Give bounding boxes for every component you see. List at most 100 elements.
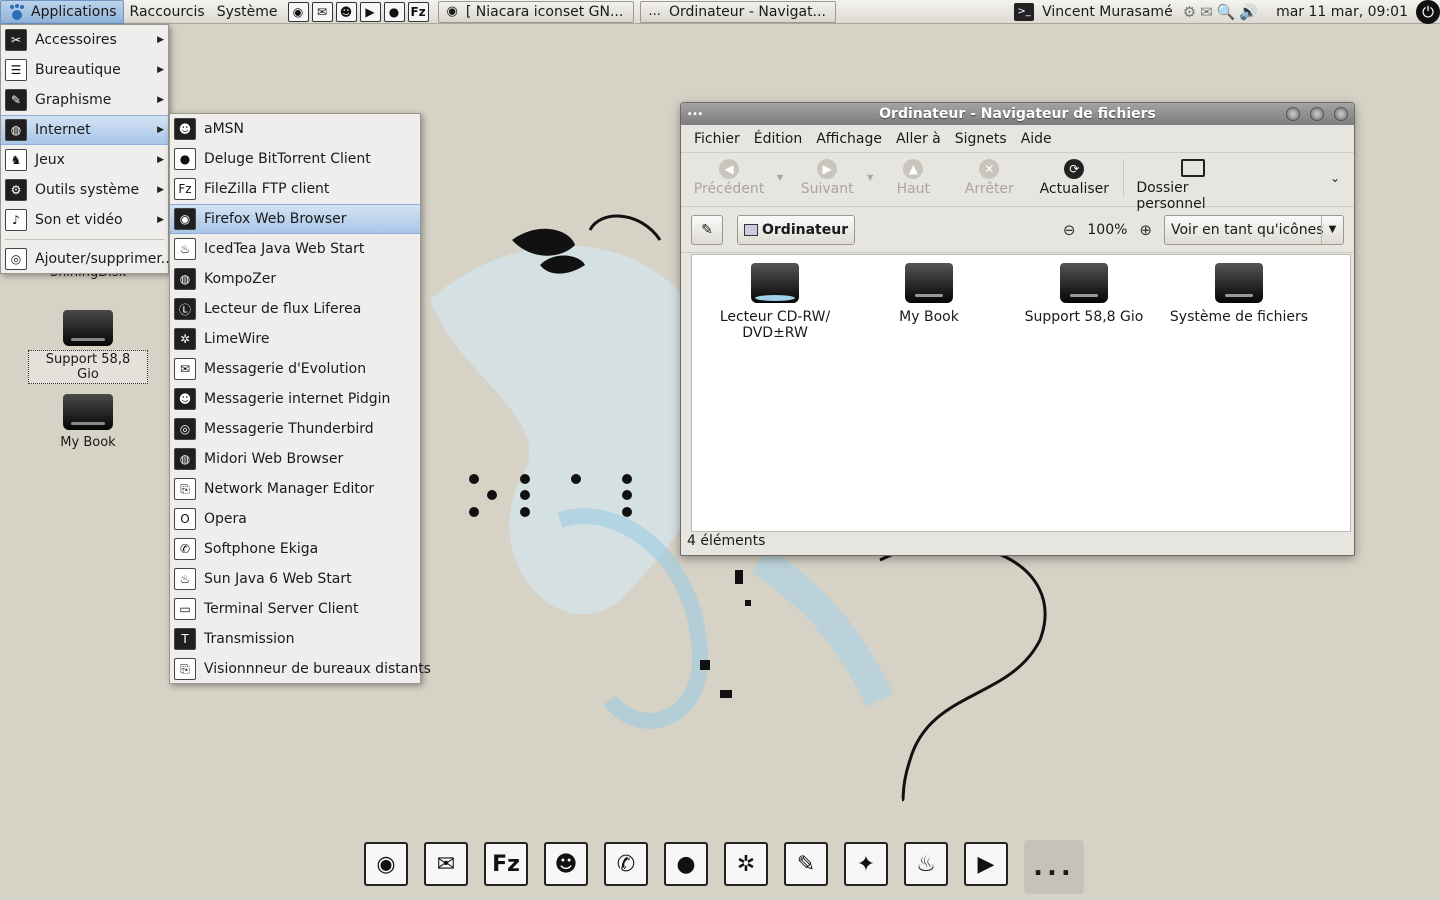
menu-item-graphisme[interactable]: ✎ Graphisme ▶ bbox=[1, 85, 168, 115]
system-menu-button[interactable]: Système bbox=[211, 0, 284, 24]
mail-notify-icon[interactable]: ✉ bbox=[1200, 3, 1213, 21]
menu-item-thunderbird[interactable]: ◎ Messagerie Thunderbird bbox=[170, 414, 420, 444]
zoom-in-icon[interactable]: ⊕ bbox=[1139, 221, 1152, 239]
submenu-arrow-icon: ▶ bbox=[157, 185, 164, 195]
maximize-button[interactable] bbox=[1310, 107, 1324, 121]
clock[interactable]: mar 11 mar, 09:01 bbox=[1276, 4, 1408, 20]
java-icon: ♨ bbox=[174, 238, 196, 260]
menu-item-limewire[interactable]: ✲ LimeWire bbox=[170, 324, 420, 354]
menu-item-outils-systeme[interactable]: ⚙ Outils système ▶ bbox=[1, 175, 168, 205]
chevron-down-icon[interactable]: ▼ bbox=[777, 173, 783, 182]
zoom-level[interactable]: 100% bbox=[1087, 222, 1127, 238]
file-item-my-book[interactable]: My Book bbox=[854, 263, 1004, 325]
media-player-icon[interactable]: ▶ bbox=[359, 1, 381, 22]
menu-item-add-remove[interactable]: ◎ Ajouter/supprimer... bbox=[1, 244, 174, 274]
menu-item-midori[interactable]: ◍ Midori Web Browser bbox=[170, 444, 420, 474]
pidgin-icon[interactable]: ☻ bbox=[335, 1, 357, 22]
zoom-out-icon[interactable]: ⊖ bbox=[1063, 221, 1076, 239]
ekiga-icon[interactable]: ✆ bbox=[604, 842, 648, 886]
taskbar-button-file-manager[interactable]: ... Ordinateur - Navigat... bbox=[639, 0, 836, 23]
home-button[interactable]: Dossier personnel bbox=[1128, 159, 1258, 212]
menu-item-filezilla[interactable]: Fz FileZilla FTP client bbox=[170, 174, 420, 204]
menu-item-label: Firefox Web Browser bbox=[204, 211, 347, 227]
gimp-icon[interactable]: ✎ bbox=[784, 842, 828, 886]
panel-launchers: ◉ ✉ ☻ ▶ ● Fz bbox=[287, 1, 432, 22]
desktop-icon-my-book[interactable]: My Book bbox=[28, 394, 148, 451]
menu-item-network-manager[interactable]: ⎘ Network Manager Editor bbox=[170, 474, 420, 504]
user-name[interactable]: Vincent Murasamé bbox=[1042, 4, 1173, 20]
chevron-down-icon[interactable]: ▼ bbox=[867, 173, 873, 182]
stop-button[interactable]: ✕ Arrêter bbox=[949, 159, 1029, 197]
file-item-support[interactable]: Support 58,8 Gio bbox=[1009, 263, 1159, 325]
menu-item-son-video[interactable]: ♪ Son et vidéo ▶ bbox=[1, 205, 168, 235]
menu-signets[interactable]: Signets bbox=[948, 131, 1014, 147]
menu-affichage[interactable]: Affichage bbox=[809, 131, 889, 147]
media-player-icon[interactable]: ▶ bbox=[964, 842, 1008, 886]
arrow-left-icon: ◀ bbox=[719, 159, 739, 179]
file-item-cd-drive[interactable]: Lecteur CD-RW/ DVD±RW bbox=[700, 263, 850, 341]
menu-aide[interactable]: Aide bbox=[1014, 131, 1059, 147]
package-icon: ◎ bbox=[5, 248, 27, 270]
menu-item-deluge[interactable]: ● Deluge BitTorrent Client bbox=[170, 144, 420, 174]
menu-item-opera[interactable]: O Opera bbox=[170, 504, 420, 534]
minimize-button[interactable] bbox=[1286, 107, 1300, 121]
menu-item-firefox[interactable]: ◉ Firefox Web Browser bbox=[170, 204, 420, 234]
menu-item-terminal-server[interactable]: ▭ Terminal Server Client bbox=[170, 594, 420, 624]
file-item-filesystem[interactable]: Système de fichiers bbox=[1163, 263, 1315, 325]
menu-item-ekiga[interactable]: ✆ Softphone Ekiga bbox=[170, 534, 420, 564]
menu-item-vinagre[interactable]: ⎘ Visionnneur de bureaux distants bbox=[170, 654, 431, 684]
reload-button[interactable]: ⟳ Actualiser bbox=[1029, 159, 1119, 197]
file-icon-view[interactable]: Lecteur CD-RW/ DVD±RW My Book Support 58… bbox=[691, 254, 1351, 532]
menu-item-accessoires[interactable]: ✂ Accessoires ▶ bbox=[1, 25, 168, 55]
menu-item-evolution[interactable]: ✉ Messagerie d'Evolution bbox=[170, 354, 420, 384]
menu-item-icedtea[interactable]: ♨ IcedTea Java Web Start bbox=[170, 234, 420, 264]
up-button[interactable]: ▲ Haut bbox=[877, 159, 949, 197]
menu-item-label: Bureautique bbox=[35, 62, 121, 78]
burner-icon[interactable]: ♨ bbox=[904, 842, 948, 886]
filezilla-icon[interactable]: Fz bbox=[407, 1, 429, 22]
forward-button[interactable]: ▶ Suivant bbox=[787, 159, 867, 197]
limewire-icon[interactable]: ✲ bbox=[724, 842, 768, 886]
chevron-down-icon[interactable]: ⌄ bbox=[1330, 171, 1340, 185]
menu-item-bureautique[interactable]: ☰ Bureautique ▶ bbox=[1, 55, 168, 85]
menu-item-transmission[interactable]: T Transmission bbox=[170, 624, 420, 654]
filezilla-icon[interactable]: Fz bbox=[484, 842, 528, 886]
pidgin-icon[interactable]: ☻ bbox=[544, 842, 588, 886]
mail-icon[interactable]: ✉ bbox=[424, 842, 468, 886]
deluge-icon[interactable]: ● bbox=[664, 842, 708, 886]
power-icon[interactable]: ⏻ bbox=[1416, 0, 1440, 24]
volume-icon[interactable]: 🔊 bbox=[1239, 3, 1258, 21]
mail-icon[interactable]: ✉ bbox=[311, 1, 333, 22]
menu-item-sun-java[interactable]: ♨ Sun Java 6 Web Start bbox=[170, 564, 420, 594]
path-button-ordinateur[interactable]: Ordinateur bbox=[737, 214, 856, 245]
dock-more-button[interactable]: ... bbox=[1024, 840, 1084, 894]
menu-item-kompozer[interactable]: ◍ KompoZer bbox=[170, 264, 420, 294]
menu-item-amsn[interactable]: ☻ aMSN bbox=[170, 114, 420, 144]
menu-fichier[interactable]: Fichier bbox=[687, 131, 747, 147]
deluge-icon[interactable]: ● bbox=[383, 1, 405, 22]
menu-item-liferea[interactable]: Ⓛ Lecteur de flux Liferea bbox=[170, 294, 420, 324]
applications-menu-button[interactable]: Applications bbox=[0, 0, 124, 24]
network-icon[interactable]: ⚙ bbox=[1183, 3, 1196, 21]
menu-item-jeux[interactable]: ♞ Jeux ▶ bbox=[1, 145, 168, 175]
remote-desktop-icon: ▭ bbox=[174, 598, 196, 620]
window-titlebar[interactable]: ... Ordinateur - Navigateur de fichiers bbox=[681, 103, 1354, 125]
menu-aller[interactable]: Aller à bbox=[889, 131, 948, 147]
edit-location-button[interactable]: ✎ bbox=[691, 214, 723, 245]
back-button[interactable]: ◀ Précédent bbox=[681, 159, 777, 197]
menu-item-pidgin[interactable]: ☻ Messagerie internet Pidgin bbox=[170, 384, 420, 414]
menu-edition[interactable]: Édition bbox=[747, 131, 809, 147]
taskbar-button-firefox[interactable]: ◉ [ Niacara iconset GN... bbox=[437, 0, 634, 23]
menu-item-internet[interactable]: ◍ Internet ▶ bbox=[1, 115, 168, 145]
close-button[interactable] bbox=[1334, 107, 1348, 121]
search-icon[interactable]: 🔍 bbox=[1217, 3, 1236, 21]
firefox-icon[interactable]: ◉ bbox=[364, 842, 408, 886]
inkscape-icon[interactable]: ✦ bbox=[844, 842, 888, 886]
window-menu-button[interactable]: ... bbox=[687, 103, 703, 119]
terminal-icon[interactable]: >_ bbox=[1014, 2, 1035, 21]
places-menu-button[interactable]: Raccourcis bbox=[124, 0, 211, 24]
panel-right-area: >_ Vincent Murasamé ⚙ ✉ 🔍 🔊 mar 11 mar, … bbox=[1014, 0, 1440, 24]
desktop-icon-support[interactable]: Support 58,8 Gio bbox=[28, 310, 148, 384]
firefox-icon[interactable]: ◉ bbox=[287, 1, 309, 22]
view-mode-select[interactable]: Voir en tant qu'icônes ▼ bbox=[1164, 214, 1344, 245]
